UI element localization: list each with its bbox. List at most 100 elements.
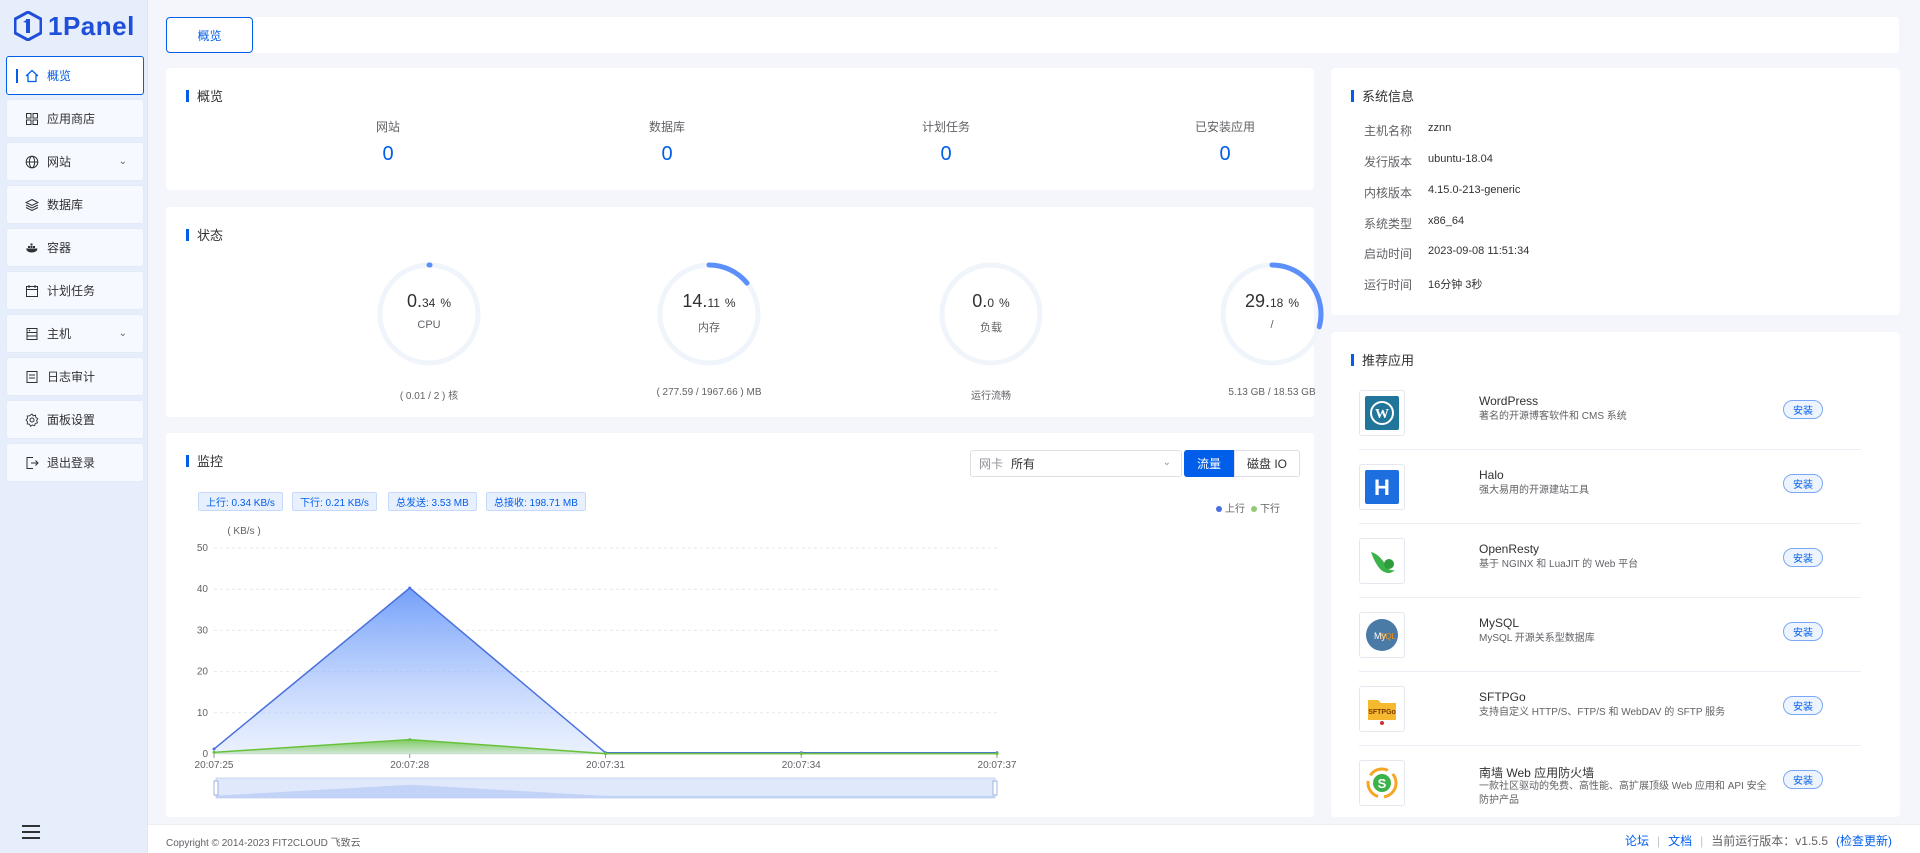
sidebar-item-label: 概览 (47, 69, 72, 83)
gauge-cpu[interactable]: 0.34 % CPU ( 0.01 / 2 ) 核 (319, 259, 539, 402)
chevron-down-icon: ⌄ (1162, 457, 1171, 468)
sidebar-item-container[interactable]: 容器 (6, 228, 144, 267)
upload-rate-badge: 上行: 0.34 KB/s (198, 492, 283, 511)
docs-link[interactable]: 文档 (1668, 832, 1692, 849)
chevron-down-icon: ⌄ (118, 156, 127, 167)
gauge-memory[interactable]: 14.11 % 内存 ( 277.59 / 1967.66 ) MB (599, 259, 819, 398)
stat-label: 网站 (375, 120, 400, 134)
wordpress-icon: W (1359, 390, 1405, 436)
svg-text:SQL: SQL (1380, 632, 1397, 641)
gear-icon (25, 412, 39, 427)
app-item-uusec-waf[interactable]: S 南墙 Web 应用防火墙 一款社区驱动的免费、高性能、高扩展顶级 Web 应… (1359, 746, 1861, 817)
sidebar-item-database[interactable]: 数据库 (6, 185, 144, 224)
status-card: 状态 0.34 % CPU ( 0.01 / 2 ) 核 14.11 % 内存 … (166, 207, 1324, 417)
sidebar-item-settings[interactable]: 面板设置 (6, 400, 144, 439)
install-button[interactable]: 安装 (1783, 400, 1823, 419)
sidebar-item-label: 主机 (47, 327, 72, 341)
brand-name: 1Panel (48, 10, 135, 41)
footer-links: 论坛 | 文档 | 当前运行版本：v1.5.5 (检查更新) (1625, 832, 1892, 849)
sidebar-item-label: 数据库 (47, 198, 84, 212)
halo-icon: H (1359, 464, 1405, 510)
app-item-wordpress[interactable]: W WordPress 著名的开源博客软件和 CMS 系统 安装 (1359, 376, 1861, 450)
layers-icon (25, 198, 39, 211)
app-name: 南墙 Web 应用防火墙 (1479, 766, 1595, 780)
recommended-apps-card: 推荐应用 W WordPress 著名的开源博客软件和 CMS 系统 安装 H … (1331, 332, 1900, 817)
chart-legend: 上行 下行 (1216, 500, 1280, 515)
total-received-badge: 总接收: 198.71 MB (486, 492, 586, 511)
stat-label: 计划任务 (921, 120, 970, 134)
data-point (408, 586, 412, 590)
gauge-value: 14.11 % (682, 291, 736, 311)
data-point (212, 747, 216, 751)
footer: Copyright © 2014-2023 FIT2CLOUD 飞致云 论坛 |… (148, 824, 1920, 853)
app-desc: 支持自定义 HTTP/S、FTP/S 和 WebDAV 的 SFTP 服务 (1479, 707, 1726, 718)
gauge-load[interactable]: 0.0 % 负载 运行流畅 (881, 259, 1101, 402)
series-area-0 (214, 587, 997, 754)
app-item-sftpgo[interactable]: SFTPGo SFTPGo 支持自定义 HTTP/S、FTP/S 和 WebDA… (1359, 672, 1861, 746)
sidebar-item-label: 面板设置 (47, 413, 96, 427)
app-desc: 著名的开源博客软件和 CMS 系统 (1479, 411, 1627, 422)
x-tick-label: 20:07:37 (978, 760, 1017, 771)
info-row: 发行版本 ubuntu-18.04 (1364, 153, 1493, 169)
app-item-halo[interactable]: H Halo 强大易用的开源建站工具 安装 (1359, 450, 1861, 524)
app-desc: 一款社区驱动的免费、高性能、高扩展顶级 Web 应用和 API 安全防护产品 (1479, 781, 1767, 806)
sidebar-item-logout[interactable]: 退出登录 (6, 443, 144, 482)
y-tick-label: 50 (197, 543, 209, 554)
server-icon (26, 327, 38, 340)
sidebar-item-logs[interactable]: 日志审计 (6, 357, 144, 396)
nic-select[interactable]: 网卡 所有 ⌄ (970, 450, 1182, 477)
x-tick-label: 20:07:25 (195, 760, 234, 771)
svg-text:H: H (1374, 475, 1390, 500)
download-rate-badge: 下行: 0.21 KB/s (292, 492, 377, 511)
install-button[interactable]: 安装 (1783, 696, 1823, 715)
app-name: MySQL (1479, 616, 1520, 630)
brand-logo[interactable]: 1Panel (14, 8, 135, 44)
disk-io-button[interactable]: 磁盘 IO (1234, 450, 1300, 477)
monitor-card: 0 10 20 30 40 50 ( KB/s ) 20:07:25 20:07:28 20:07… (166, 433, 1314, 817)
info-row: 运行时间 16分钟 3秒 (1364, 278, 1483, 292)
legend-item-up[interactable]: 上行 (1216, 500, 1245, 515)
check-update-link[interactable]: (检查更新) (1836, 832, 1892, 849)
install-button[interactable]: 安装 (1783, 474, 1823, 493)
card-title: 状态 (186, 225, 223, 244)
stat-websites[interactable]: 网站 0 (288, 118, 488, 166)
gauge-ring (377, 262, 481, 366)
stat-cronjobs[interactable]: 计划任务 0 (846, 118, 1046, 166)
app-desc: 基于 NGINX 和 LuaJIT 的 Web 平台 (1479, 559, 1639, 570)
gauge-value: 0.0 % (972, 291, 1010, 311)
gauge-sub: ( 277.59 / 1967.66 ) MB (656, 387, 762, 398)
stat-installed-apps[interactable]: 已安装应用 0 (1125, 118, 1325, 166)
y-axis-label: ( KB/s ) (227, 526, 260, 537)
traffic-button[interactable]: 流量 (1184, 450, 1234, 477)
gauge-ring (939, 262, 1043, 366)
openresty-icon (1359, 538, 1405, 584)
tab-bar: 概览 (166, 17, 1899, 53)
forum-link[interactable]: 论坛 (1625, 832, 1649, 849)
legend-item-down[interactable]: 下行 (1251, 500, 1280, 515)
nic-value: 所有 (1011, 457, 1036, 471)
tab-overview[interactable]: 概览 (166, 17, 253, 53)
x-tick-label: 20:07:31 (586, 760, 625, 771)
install-button[interactable]: 安装 (1783, 622, 1823, 641)
gauge-ring (657, 262, 761, 366)
sidebar-item-host[interactable]: 主机 ⌄ (6, 314, 144, 353)
zoom-slider-range (216, 778, 995, 798)
app-desc: MySQL 开源关系型数据库 (1479, 633, 1595, 644)
stat-value: 0 (940, 143, 952, 165)
stat-databases[interactable]: 数据库 0 (567, 118, 767, 166)
total-sent-badge: 总发送: 3.53 MB (388, 492, 477, 511)
sidebar-item-label: 容器 (47, 241, 72, 255)
stat-value: 0 (661, 143, 673, 165)
sidebar-item-appstore[interactable]: 应用商店 (6, 99, 144, 138)
install-button[interactable]: 安装 (1783, 548, 1823, 567)
sidebar-item-website[interactable]: 网站 ⌄ (6, 142, 144, 181)
install-button[interactable]: 安装 (1783, 770, 1823, 789)
app-item-mysql[interactable]: My SQL MySQL MySQL 开源关系型数据库 安装 (1359, 598, 1861, 672)
sidebar-item-overview[interactable]: 概览 (6, 56, 144, 95)
app-item-openresty[interactable]: OpenResty 基于 NGINX 和 LuaJIT 的 Web 平台 安装 (1359, 524, 1861, 598)
app-name: OpenResty (1479, 542, 1540, 556)
gauge-label: CPU (417, 319, 441, 331)
version-label: 当前运行版本：v1.5.5 (1711, 834, 1828, 848)
collapse-menu-icon[interactable] (22, 825, 40, 841)
sidebar-item-cron[interactable]: 计划任务 (6, 271, 144, 310)
